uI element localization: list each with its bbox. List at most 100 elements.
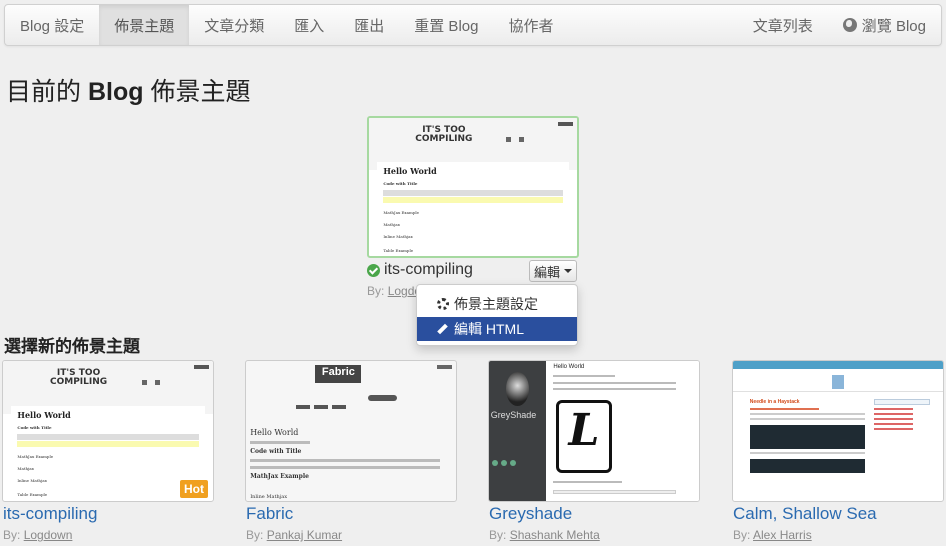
nav-import[interactable]: 匯入 <box>279 5 339 45</box>
thumb-line: MathJax Example <box>17 453 54 459</box>
thumb-code-highlight <box>17 440 199 447</box>
thumb-line <box>553 375 615 377</box>
thumb-post-title: Hello World <box>553 363 585 370</box>
thumb-post: Hello World Code with Title MathJax Exam… <box>377 162 569 256</box>
thumb-line <box>873 407 914 410</box>
gear-icon <box>437 298 449 310</box>
thumb-line <box>873 412 914 415</box>
theme-author-fabric: By: Pankaj Kumar <box>246 528 342 542</box>
thumb-line <box>553 382 676 384</box>
thumb-line: MathJax Example <box>250 473 309 481</box>
nav-post-list[interactable]: 文章列表 <box>738 5 828 45</box>
thumb-social-icons <box>492 453 519 471</box>
theme-name-calm-shallow-sea[interactable]: Calm, Shallow Sea <box>733 504 877 524</box>
thumb-code-highlight <box>383 197 563 204</box>
thumb-top-bar <box>733 361 943 370</box>
thumb-code <box>17 433 199 440</box>
thumb-line <box>250 466 441 470</box>
author-link[interactable]: Alex Harris <box>753 528 812 542</box>
thumb-logo: Fabric <box>315 365 362 384</box>
theme-thumbnail-greyshade[interactable]: GreyShade Hello World L <box>488 360 700 502</box>
edit-button-label: 編輯 <box>533 264 560 280</box>
edit-dropdown-button[interactable]: 編輯 <box>529 260 577 282</box>
nav-browse-blog-label: 瀏覽 Blog <box>861 17 926 35</box>
thumb-line: Table Example <box>383 248 414 254</box>
thumb-post: Hello World Code with Title MathJax Exam… <box>250 428 441 501</box>
thumb-line: Inline Mathjax <box>383 234 413 240</box>
thumb-post-subtitle: Code with Title <box>17 424 52 430</box>
theme-author-calm-shallow-sea: By: Alex Harris <box>733 528 812 542</box>
theme-name-its-compiling[interactable]: its-compiling <box>3 504 97 524</box>
thumb-logo-line2: COMPILING <box>50 377 108 388</box>
caret-down-icon <box>564 269 572 273</box>
pencil-icon <box>437 323 448 335</box>
menu-item-theme-settings[interactable]: 佈景主題設定 <box>417 292 577 316</box>
thumb-main: Hello World L <box>545 361 699 501</box>
by-label: By: <box>489 528 507 542</box>
thumb-line <box>553 387 676 390</box>
thumb-logo: IT'S TOO COMPILING <box>28 369 129 387</box>
theme-name-fabric[interactable]: Fabric <box>246 504 293 524</box>
thumb-logo <box>831 375 845 389</box>
thumb-post-subtitle: Code with Title <box>250 448 302 456</box>
theme-name-greyshade[interactable]: Greyshade <box>489 504 572 524</box>
hot-badge: Hot <box>180 480 208 498</box>
thumb-line <box>873 422 914 425</box>
nav-blog-settings[interactable]: Blog 設定 <box>5 5 99 45</box>
menu-item-label: 佈景主題設定 <box>454 296 538 312</box>
edit-dropdown-menu: 佈景主題設定 編輯 HTML <box>416 284 578 346</box>
theme-author-its-compiling: By: Logdown <box>3 528 72 542</box>
nav-left-group: Blog 設定 佈景主題 文章分類 匯入 匯出 重置 Blog 協作者 <box>5 5 568 45</box>
thumb-post-title: Hello World <box>250 428 299 438</box>
thumb-side-name: GreyShade <box>490 410 537 420</box>
nav-categories[interactable]: 文章分類 <box>189 5 279 45</box>
thumb-main: Needle in a Haystack <box>749 398 866 473</box>
nav-reset-blog[interactable]: 重置 Blog <box>399 5 493 45</box>
thumb-line: Inline Mathjax <box>250 494 288 501</box>
thumb-line <box>250 441 311 445</box>
page-title-prefix: 目前的 <box>6 78 82 106</box>
thumb-line <box>749 417 866 420</box>
thumb-button <box>437 365 452 370</box>
nav-themes[interactable]: 佈景主題 <box>99 5 190 45</box>
theme-thumbnail-fabric[interactable]: Fabric Hello World Code with Title MathJ… <box>245 360 457 502</box>
thumb-post-subtitle: Code with Title <box>383 181 418 187</box>
by-label: By: <box>246 528 264 542</box>
thumb-post-title: Hello World <box>17 409 71 420</box>
thumb-post-title: Hello World <box>383 166 437 177</box>
current-theme-thumbnail: IT'S TOO COMPILING Hello World Code with… <box>367 116 579 258</box>
thumb-line <box>250 459 441 463</box>
by-label: By: <box>367 284 385 298</box>
thumb-line: MathJax Example <box>383 210 420 216</box>
section-title: 選擇新的佈景主題 <box>4 337 140 356</box>
menu-item-label: 編輯 HTML <box>454 321 524 337</box>
nav-export[interactable]: 匯出 <box>339 5 399 45</box>
author-link[interactable]: Shashank Mehta <box>510 528 600 542</box>
by-label: By: <box>3 528 21 542</box>
current-theme-name-label: its-compiling <box>384 261 473 278</box>
author-link[interactable]: Pankaj Kumar <box>267 528 342 542</box>
thumb-search <box>873 398 931 405</box>
thumb-post-title: Needle in a Haystack <box>749 398 800 405</box>
nav-browse-blog[interactable]: 瀏覽 Blog <box>828 5 941 45</box>
nav-right-group: 文章列表 瀏覽 Blog <box>738 5 941 45</box>
thumb-line <box>873 427 914 430</box>
avatar <box>506 372 529 406</box>
thumb-sidebar: GreyShade <box>489 361 546 501</box>
thumb-line <box>749 407 820 410</box>
theme-thumbnail-calm-shallow-sea[interactable]: Needle in a Haystack <box>732 360 944 502</box>
thumb-image: L <box>556 400 612 473</box>
thumb-code <box>749 458 866 473</box>
thumb-line <box>873 417 914 420</box>
nav-collaborators[interactable]: 協作者 <box>493 5 568 45</box>
thumb-line: Mathjax <box>17 465 34 471</box>
thumb-line <box>749 451 866 454</box>
menu-item-edit-html[interactable]: 編輯 HTML <box>417 317 577 341</box>
thumb-logo-line2: COMPILING <box>415 134 473 145</box>
page-title-suffix: 佈景主題 <box>150 78 251 106</box>
thumb-line: Inline Mathjax <box>17 477 47 483</box>
thumb-nav <box>296 396 350 414</box>
author-link[interactable]: Logdown <box>24 528 73 542</box>
thumb-button <box>558 122 573 127</box>
thumb-code <box>383 190 563 197</box>
